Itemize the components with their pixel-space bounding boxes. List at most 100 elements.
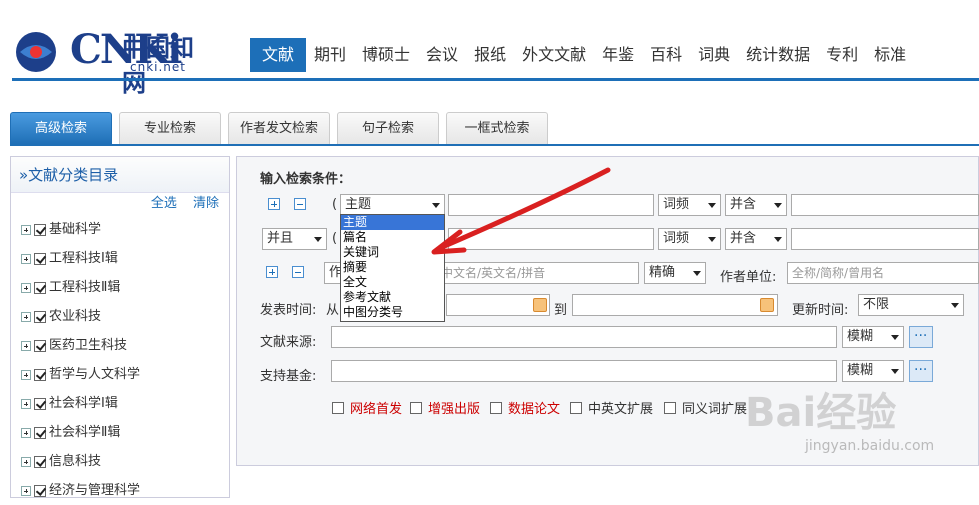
option-enhanced[interactable]: 增强出版 <box>410 398 480 417</box>
logic-select-2[interactable]: 并含 <box>725 228 787 250</box>
sidebar-item-shehui2[interactable]: 社会科学Ⅱ辑 <box>11 418 229 447</box>
option-checkbox[interactable] <box>490 401 502 414</box>
dropdown-option[interactable]: 全文 <box>341 275 444 290</box>
category-checkbox[interactable] <box>34 252 46 265</box>
nav-baozhi[interactable]: 报纸 <box>466 38 514 72</box>
option-checkbox[interactable] <box>332 401 344 414</box>
sidebar-item-jichu[interactable]: 基础科学 <box>11 215 229 244</box>
paren-open-2: ( <box>332 231 338 246</box>
logic-select-1[interactable]: 并含 <box>725 194 787 216</box>
calendar-icon[interactable] <box>760 298 774 312</box>
category-checkbox[interactable] <box>34 426 46 439</box>
date-to-input[interactable] <box>572 294 778 316</box>
nav-waiwen[interactable]: 外文文献 <box>514 38 594 72</box>
sidebar-item-yiyao[interactable]: 医药卫生科技 <box>11 331 229 360</box>
add-row-icon[interactable] <box>268 198 280 210</box>
category-checkbox[interactable] <box>34 310 46 323</box>
option-online-first[interactable]: 网络首发 <box>332 398 402 417</box>
expand-icon[interactable] <box>21 427 31 438</box>
nav-tongji[interactable]: 统计数据 <box>738 38 818 72</box>
option-data-paper[interactable]: 数据论文 <box>490 398 560 417</box>
search-tabs: 高级检索 专业检索 作者发文检索 句子检索 一框式检索 <box>10 112 555 144</box>
option-checkbox[interactable] <box>570 401 582 414</box>
red-arrow-annotation <box>431 167 611 255</box>
author-unit-input[interactable]: 全称/简称/曾用名 <box>787 262 979 284</box>
chevron-down-icon <box>891 369 899 374</box>
author-match-select[interactable]: 精确 <box>644 262 706 284</box>
category-checkbox[interactable] <box>34 368 46 381</box>
op-select-2[interactable]: 并且 <box>262 228 327 250</box>
chevron-down-icon <box>891 335 899 340</box>
fund-picker-button[interactable] <box>909 360 933 382</box>
tab-single-box-search[interactable]: 一框式检索 <box>446 112 548 144</box>
option-checkbox[interactable] <box>410 401 422 414</box>
expand-icon[interactable] <box>21 398 31 409</box>
tab-advanced-search[interactable]: 高级检索 <box>10 112 112 144</box>
category-checkbox[interactable] <box>34 397 46 410</box>
remove-author-row-icon[interactable] <box>292 266 304 278</box>
category-checkbox[interactable] <box>34 223 46 236</box>
remove-row-icon[interactable] <box>294 198 306 210</box>
expand-icon[interactable] <box>21 224 31 235</box>
dropdown-option[interactable]: 参考文献 <box>341 290 444 305</box>
nav-huiyi[interactable]: 会议 <box>418 38 466 72</box>
source-input[interactable] <box>331 326 837 348</box>
sidebar-item-xinxi[interactable]: 信息科技 <box>11 447 229 476</box>
expand-icon[interactable] <box>21 311 31 322</box>
expand-icon[interactable] <box>21 456 31 467</box>
sidebar-item-nongye[interactable]: 农业科技 <box>11 302 229 331</box>
sidebar-item-zhexue[interactable]: 哲学与人文科学 <box>11 360 229 389</box>
expand-icon[interactable] <box>21 253 31 264</box>
freq-select-2[interactable]: 词频 <box>658 228 721 250</box>
cnki-logo[interactable]: CNKi 中国知网 cnki.net <box>12 22 217 97</box>
nav-zhuanli[interactable]: 专利 <box>818 38 866 72</box>
nav-nianjian[interactable]: 年鉴 <box>594 38 642 72</box>
expand-icon[interactable] <box>21 485 31 496</box>
tab-sentence-search[interactable]: 句子检索 <box>337 112 439 144</box>
category-checkbox[interactable] <box>34 339 46 352</box>
nav-underline <box>12 78 979 81</box>
sidebar-item-jingji[interactable]: 经济与管理科学 <box>11 476 229 505</box>
source-picker-button[interactable] <box>909 326 933 348</box>
category-checkbox[interactable] <box>34 281 46 294</box>
option-cn-en-expand[interactable]: 中英文扩展 <box>570 398 653 417</box>
globe-icon <box>16 32 56 72</box>
top-strip <box>0 0 979 8</box>
nav-biaozhun[interactable]: 标准 <box>866 38 914 72</box>
fund-match-select[interactable]: 模糊 <box>842 360 904 382</box>
author-name-input[interactable]: 中文名/英文名/拼音 <box>436 262 639 284</box>
freq-select-1[interactable]: 词频 <box>658 194 721 216</box>
add-author-row-icon[interactable] <box>266 266 278 278</box>
option-checkbox[interactable] <box>664 401 676 414</box>
source-label: 文献来源: <box>260 335 317 350</box>
option-synonym-expand[interactable]: 同义词扩展 <box>664 398 747 417</box>
nav-qikan[interactable]: 期刊 <box>306 38 354 72</box>
chevron-down-icon <box>708 203 716 208</box>
expand-icon[interactable] <box>21 369 31 380</box>
update-time-select[interactable]: 不限 <box>858 294 964 316</box>
sidebar-item-gongcheng1[interactable]: 工程科技Ⅰ辑 <box>11 244 229 273</box>
chevron-down-icon <box>693 271 701 276</box>
calendar-icon[interactable] <box>533 298 547 312</box>
source-match-select[interactable]: 模糊 <box>842 326 904 348</box>
clear-link[interactable]: 清除 <box>193 196 219 211</box>
tab-author-search[interactable]: 作者发文检索 <box>228 112 330 144</box>
tab-professional-search[interactable]: 专业检索 <box>119 112 221 144</box>
search-term-input-2b[interactable] <box>791 228 979 250</box>
search-term-input-1b[interactable] <box>791 194 979 216</box>
nav-baike[interactable]: 百科 <box>642 38 690 72</box>
expand-icon[interactable] <box>21 282 31 293</box>
time-from-label: 从 <box>326 303 340 318</box>
nav-boshuoshi[interactable]: 博硕士 <box>354 38 418 72</box>
dropdown-option[interactable]: 中图分类号 <box>341 305 444 320</box>
category-checkbox[interactable] <box>34 484 46 497</box>
select-all-link[interactable]: 全选 <box>151 196 177 211</box>
sidebar-item-shehui1[interactable]: 社会科学Ⅰ辑 <box>11 389 229 418</box>
nav-wenxian[interactable]: 文献 <box>250 38 307 72</box>
expand-icon[interactable] <box>21 340 31 351</box>
dropdown-option[interactable]: 摘要 <box>341 260 444 275</box>
category-checkbox[interactable] <box>34 455 46 468</box>
fund-input[interactable] <box>331 360 837 382</box>
sidebar-item-gongcheng2[interactable]: 工程科技Ⅱ辑 <box>11 273 229 302</box>
nav-cidian[interactable]: 词典 <box>690 38 738 72</box>
